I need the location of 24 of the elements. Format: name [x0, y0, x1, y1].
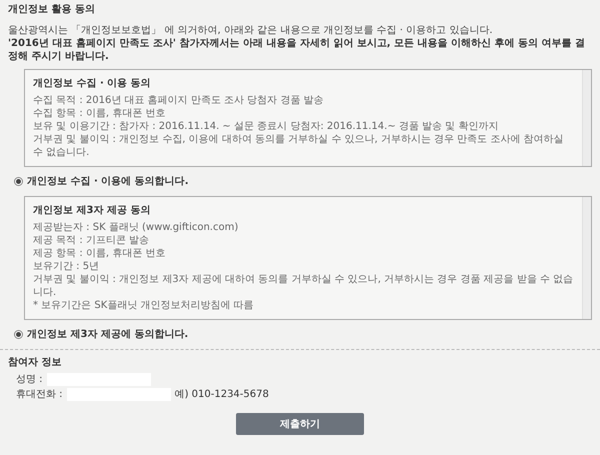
consent-text: 거부권 및 불이익 : 개인정보 제3자 제공에 대하여 동의를 거부하실 수 있으나, 거부하시는 경우 경품 제공을 받을 수 없습니다. — [33, 273, 574, 299]
field-label: 성명 : — [16, 373, 43, 386]
intro-text: '2016년 대표 홈페이지 만족도 조사' 참가자께서는 아래 내용을 자세히 읽어 보시고, 모든 내용을 이해하신 후에 동의 여부를 결정해 주시기 바랍니다. — [8, 37, 586, 63]
intro-text: 울산광역시는 「개인정보보호법」 에 의거하여, 아래와 같은 내용으로 개인정보를 수집 · 이용하고 있습니다. — [8, 24, 494, 37]
submit-button[interactable]: 제출하기 — [236, 413, 364, 435]
consent-text: * 보유기간은 SK플래닛 개인정보처리방침에 따름 — [33, 299, 255, 312]
radio-button[interactable] — [14, 330, 23, 339]
section-title: 참여자 정보 — [8, 356, 62, 369]
consent-text: 거부권 및 불이익 : 개인정보 수집, 이용에 대하여 동의를 거부하실 수 있으나, 거부하시는 경우 만족도 조사에 참여하실 수 없습니다. — [33, 133, 565, 159]
hint-text: 예) 010-1234-5678 — [174, 388, 269, 401]
radio-label: 개인정보 수집 · 이용에 동의합니다. — [27, 175, 189, 188]
consent-text: 보유 및 이용기간 : 참가자 : 2016.11.14. ~ 설문 종료시 당첨자: 2016.11.14.~ 경품 발송 및 확인까지 — [33, 120, 500, 133]
consent-title: 개인정보 제3자 제공 동의 — [33, 204, 152, 217]
consent-text: 수집 항목 : 이름, 휴대폰 번호 — [33, 107, 166, 120]
consent-title: 개인정보 수집 · 이용 동의 — [33, 77, 152, 90]
field-label: 휴대전화 : — [16, 388, 63, 401]
radio-button[interactable] — [14, 177, 23, 186]
consent-text: 수집 목적 : 2016년 대표 홈페이지 만족도 조사 당첨자 경품 발송 — [33, 94, 325, 107]
consent-text: 제공 목적 : 기프티콘 발송 — [33, 234, 150, 247]
consent-text: 보유기간 : 5년 — [33, 260, 100, 273]
consent-text: 제공 항목 : 이름, 휴대폰 번호 — [33, 247, 166, 260]
radio-label: 개인정보 제3자 제공에 동의합니다. — [27, 328, 188, 341]
consent-text: 제공받는자 : SK 플래닛 (www.gifticon.com) — [33, 221, 240, 234]
page-title: 개인정보 활용 동의 — [8, 3, 96, 16]
